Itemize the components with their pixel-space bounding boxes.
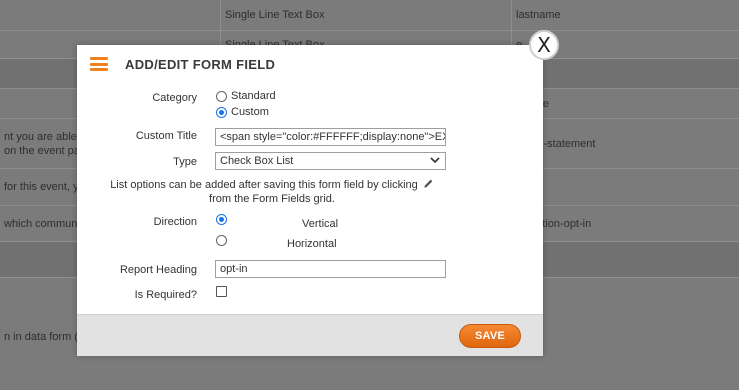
type-label: Type — [173, 156, 197, 168]
direction-horizontal-label: Horizontal — [287, 238, 337, 250]
category-custom-label: Custom — [231, 106, 269, 118]
table-cell: ration-statement — [516, 137, 596, 150]
type-select-value: Check Box List — [220, 155, 294, 167]
dialog-footer: SAVE — [77, 314, 543, 356]
pencil-icon — [424, 179, 433, 188]
report-heading-input[interactable]: opt-in — [215, 260, 446, 278]
save-button[interactable]: SAVE — [459, 324, 521, 348]
help-text-line2: from the Form Fields grid. — [209, 193, 335, 205]
table-cell: ment — [512, 169, 739, 205]
table-row: Single Line Text Box lastname — [0, 0, 739, 31]
table-cell — [0, 0, 221, 30]
table-cell: rycode — [512, 89, 739, 118]
direction-horizontal-radio[interactable] — [216, 235, 227, 246]
menu-icon[interactable] — [90, 57, 108, 71]
chevron-down-icon — [430, 157, 440, 164]
report-heading-label: Report Heading — [119, 264, 197, 276]
dialog-title: ADD/EDIT FORM FIELD — [125, 57, 276, 72]
close-icon[interactable]: X — [529, 30, 559, 60]
table-cell: lastname — [516, 9, 561, 21]
category-standard-label: Standard — [231, 90, 276, 102]
add-edit-form-field-dialog: ADD/EDIT FORM FIELD Category Standard Cu… — [77, 45, 543, 356]
is-required-checkbox[interactable] — [216, 286, 227, 297]
help-text-line1: List options can be added after saving t… — [110, 179, 418, 191]
type-select[interactable]: Check Box List — [215, 152, 446, 170]
is-required-label: Is Required? — [134, 289, 197, 301]
table-cell: unication-opt-in — [516, 217, 592, 230]
direction-vertical-label: Vertical — [302, 218, 339, 230]
category-custom-radio[interactable] — [216, 107, 227, 118]
custom-title-label: Custom Title — [135, 130, 197, 142]
category-standard-radio[interactable] — [216, 91, 227, 102]
direction-vertical-radio[interactable] — [216, 214, 227, 225]
category-label: Category — [152, 92, 197, 104]
direction-label: Direction — [153, 216, 197, 228]
table-cell: e — [512, 59, 739, 88]
custom-title-input[interactable]: <span style="color:#FFFFFF;display:none"… — [215, 128, 446, 146]
table-cell: Single Line Text Box — [221, 0, 512, 30]
help-text: List options can be added after saving t… — [97, 178, 447, 206]
